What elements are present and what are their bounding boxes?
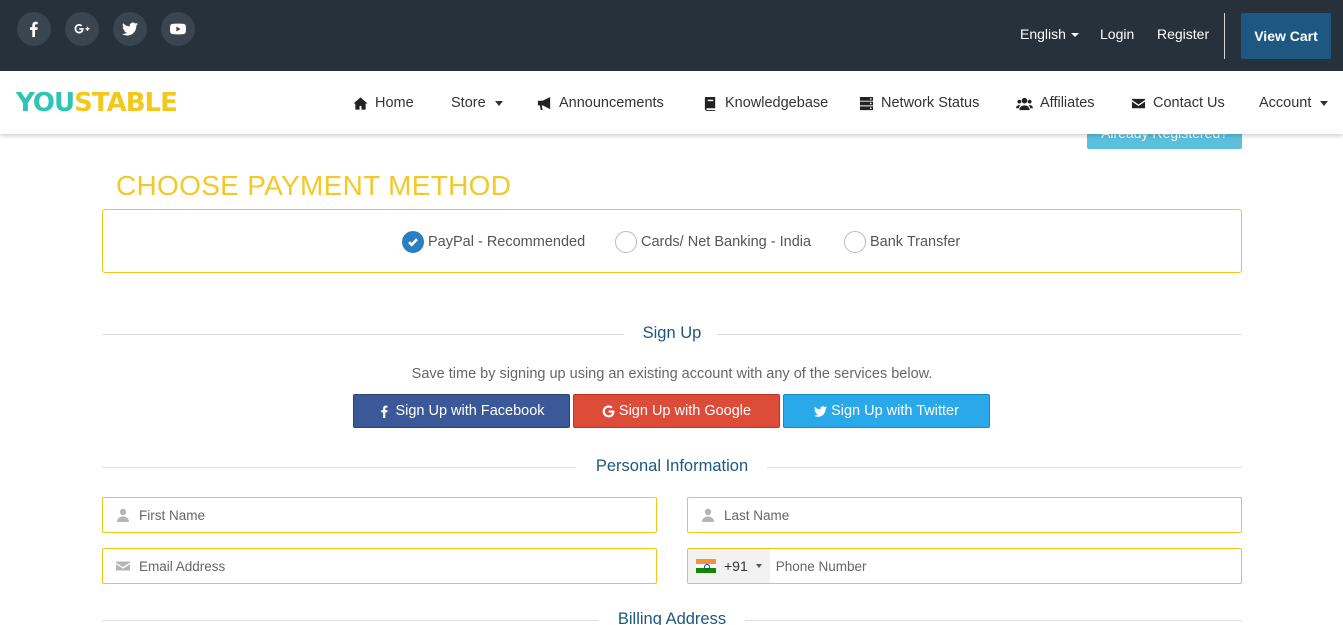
signup-google-button[interactable]: Sign Up with Google <box>573 394 780 428</box>
nav-store-label: Store <box>451 95 486 111</box>
payment-option-label: Cards/ Net Banking - India <box>641 234 812 250</box>
phone-input[interactable] <box>775 549 1241 583</box>
payment-option-bank-transfer[interactable]: Bank Transfer <box>844 231 960 253</box>
payment-option-label: PayPal - Recommended <box>428 234 586 250</box>
youtube-icon[interactable] <box>161 12 195 46</box>
nav-home-label: Home <box>375 95 414 111</box>
payment-method-box: PayPal - Recommended Cards/ Net Banking … <box>102 209 1242 273</box>
email-field[interactable] <box>102 548 657 584</box>
nav-home[interactable]: Home <box>353 94 414 112</box>
india-flag-icon <box>696 559 716 574</box>
radio-checked-icon[interactable] <box>402 231 424 253</box>
google-icon <box>602 404 615 417</box>
caret-down-icon <box>1320 100 1329 106</box>
user-icon <box>117 508 129 522</box>
nav-affiliates-label: Affiliates <box>1040 95 1095 111</box>
signup-description: Save time by signing up using an existin… <box>411 366 933 382</box>
payment-option-cards[interactable]: Cards/ Net Banking - India <box>615 231 811 253</box>
envelope-icon <box>1131 98 1146 108</box>
view-cart-button[interactable]: View Cart <box>1241 13 1331 59</box>
login-link[interactable]: Login <box>1100 26 1134 42</box>
nav-knowledgebase[interactable]: Knowledgebase <box>703 94 828 112</box>
logo-part-stable: STABLE <box>74 88 178 118</box>
caret-down-icon <box>1070 33 1079 38</box>
billing-section-header: Billing Address <box>102 610 1242 625</box>
users-icon <box>1016 97 1033 110</box>
nav-affiliates[interactable]: Affiliates <box>1016 94 1095 112</box>
radio-unchecked-icon[interactable] <box>844 231 866 253</box>
server-icon <box>859 96 874 110</box>
signup-google-label: Sign Up with Google <box>618 403 752 419</box>
top-bar: English Login Register View Cart <box>0 0 1343 71</box>
payment-option-paypal[interactable]: PayPal - Recommended <box>402 231 585 253</box>
caret-down-icon <box>755 564 762 568</box>
nav-announcements[interactable]: Announcements <box>537 94 664 112</box>
nav-network-status[interactable]: Network Status <box>859 94 979 112</box>
user-icon <box>702 508 714 522</box>
nav-announcements-label: Announcements <box>559 95 664 111</box>
country-code: +91 <box>724 558 748 574</box>
facebook-icon[interactable] <box>17 12 51 46</box>
last-name-input[interactable] <box>724 498 1241 532</box>
email-input[interactable] <box>139 549 656 583</box>
signup-section-header: Sign Up <box>102 324 1242 344</box>
payment-method-title: CHOOSE PAYMENT METHOD <box>116 170 512 201</box>
phone-field[interactable]: +91 <box>687 548 1242 584</box>
facebook-icon <box>381 405 388 418</box>
nav-store[interactable]: Store <box>451 94 503 112</box>
main-navbar: YOUSTABLE Home Store Announcements Knowl… <box>0 71 1343 134</box>
bullhorn-icon <box>537 96 551 110</box>
book-icon <box>704 96 716 111</box>
radio-unchecked-icon[interactable] <box>615 231 637 253</box>
language-selector[interactable]: English <box>1020 26 1079 42</box>
country-code-selector[interactable]: +91 <box>688 549 770 583</box>
personal-info-section-header: Personal Information <box>102 457 1242 477</box>
home-icon <box>353 96 368 110</box>
caret-down-icon <box>494 100 503 106</box>
nav-account[interactable]: Account <box>1259 94 1329 112</box>
first-name-input[interactable] <box>139 498 656 532</box>
google-plus-icon[interactable] <box>65 12 99 46</box>
signup-twitter-label: Sign Up with Twitter <box>831 403 959 419</box>
nav-knowledgebase-label: Knowledgebase <box>725 95 829 111</box>
signup-twitter-button[interactable]: Sign Up with Twitter <box>783 394 990 428</box>
language-label: English <box>1020 26 1066 42</box>
payment-option-label: Bank Transfer <box>870 234 961 250</box>
nav-network-status-label: Network Status <box>881 95 980 111</box>
signup-facebook-label: Sign Up with Facebook <box>395 403 545 419</box>
twitter-icon[interactable] <box>113 12 147 46</box>
register-link[interactable]: Register <box>1157 26 1209 42</box>
nav-contact-us[interactable]: Contact Us <box>1131 94 1225 112</box>
billing-heading: Billing Address <box>617 610 727 625</box>
divider <box>1224 13 1225 59</box>
signup-heading: Sign Up <box>642 324 702 342</box>
last-name-field[interactable] <box>687 497 1242 533</box>
first-name-field[interactable] <box>102 497 657 533</box>
twitter-icon <box>814 405 828 417</box>
personal-info-heading: Personal Information <box>595 457 749 475</box>
envelope-icon <box>116 561 130 571</box>
signup-facebook-button[interactable]: Sign Up with Facebook <box>353 394 570 428</box>
nav-account-label: Account <box>1259 95 1312 111</box>
logo-part-you: YOU <box>16 88 75 118</box>
logo[interactable]: YOUSTABLE <box>16 88 178 118</box>
nav-contact-us-label: Contact Us <box>1153 95 1225 111</box>
